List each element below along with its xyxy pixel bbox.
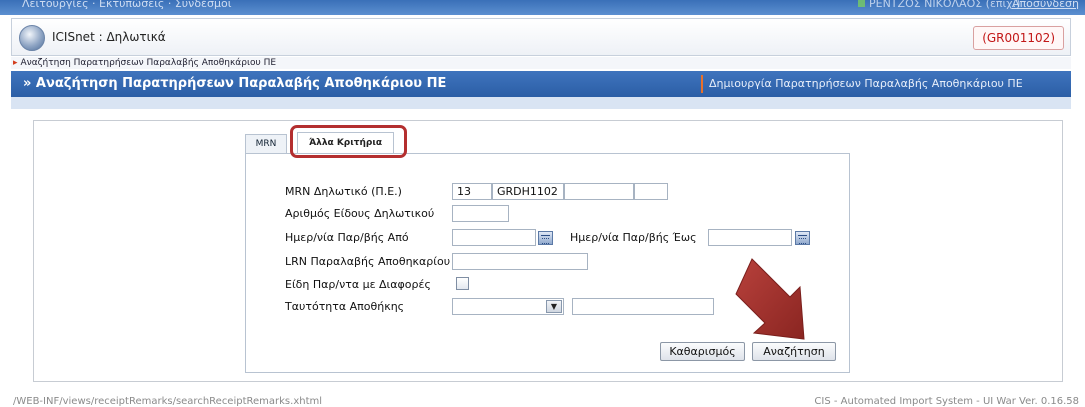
user-status-icon: [858, 0, 865, 7]
create-remarks-link[interactable]: Δημιουργία Παρατηρήσεων Παραλαβής Αποθηκ…: [709, 77, 1023, 90]
page-title: » Αναζήτηση Παρατηρήσεων Παραλαβής Αποθη…: [23, 76, 447, 91]
mrn-label: MRN Δηλωτικό (Π.Ε.): [285, 185, 402, 198]
user-info: ΡΕΝΤΖΟΣ ΝΙΚΟΛΑΟΣ (επιχ.): [858, 0, 1020, 10]
system-topbar: Λειτουργίες · Εκτυπώσεις · Συνδέσμοι ΡΕΝ…: [0, 0, 1085, 15]
breadcrumb-arrow-icon: ▸: [13, 58, 18, 68]
logout-link[interactable]: Αποσύνδεση: [1012, 0, 1079, 10]
item-number-label: Αριθμός Είδους Δηλωτικού: [285, 207, 435, 220]
date-to-label: Ημερ/νία Παρ/βής Έως: [570, 231, 697, 244]
app-header: ICISnet : Δηλωτικά (GR001102): [11, 18, 1071, 56]
lrn-input[interactable]: [452, 253, 588, 270]
lrn-label: LRN Παραλαβής Αποθηκαρίου: [285, 255, 451, 268]
date-from-calendar-icon[interactable]: [538, 231, 553, 245]
mrn-check-input[interactable]: [634, 183, 668, 200]
differences-label: Είδη Παρ/ντα με Διαφορές: [285, 278, 431, 291]
annotation-arrow-icon: [735, 258, 805, 340]
title-separator: [701, 75, 703, 93]
item-number-input[interactable]: [452, 205, 509, 222]
breadcrumb-item[interactable]: Αναζήτηση Παρατηρήσεων Παραλαβής Αποθηκά…: [21, 58, 277, 68]
footer-version: CIS - Automated Import System - UI War V…: [814, 396, 1079, 407]
page-title-bar: » Αναζήτηση Παρατηρήσεων Παραλαβής Αποθη…: [11, 71, 1071, 97]
differences-checkbox[interactable]: [456, 277, 469, 290]
warehouse-label: Ταυτότητα Αποθήκης: [285, 300, 405, 313]
app-title: ICISnet : Δηλωτικά: [52, 30, 166, 44]
date-to-calendar-icon[interactable]: [795, 231, 810, 245]
date-from-input[interactable]: [452, 229, 536, 246]
warehouse-type-select[interactable]: ▼: [452, 298, 564, 315]
icisnet-logo-icon: [19, 25, 45, 51]
date-from-label: Ημερ/νία Παρ/βής Από: [285, 231, 409, 244]
title-underline-strip: [11, 97, 1071, 109]
footer-view-path: /WEB-INF/views/receiptRemarks/searchRece…: [13, 396, 323, 407]
top-menu[interactable]: Λειτουργίες · Εκτυπώσεις · Συνδέσμοι: [22, 0, 231, 10]
breadcrumb: ▸ Αναζήτηση Παρατηρήσεων Παραλαβής Αποθηκ…: [11, 57, 1071, 69]
office-code-badge: (GR001102): [973, 26, 1064, 50]
user-name: ΡΕΝΤΖΟΣ ΝΙΚΟΛΑΟΣ (επιχ.): [869, 0, 1021, 10]
mrn-office-input[interactable]: GRDH1102: [492, 183, 564, 200]
mrn-sequence-input[interactable]: [564, 183, 634, 200]
warehouse-id-input[interactable]: [572, 298, 714, 315]
tab-mrn[interactable]: MRN: [245, 134, 287, 153]
mrn-year-input[interactable]: 13: [452, 183, 492, 200]
date-to-input[interactable]: [708, 229, 792, 246]
chevron-down-icon[interactable]: ▼: [546, 300, 562, 313]
tab-highlight-frame: [290, 125, 407, 158]
